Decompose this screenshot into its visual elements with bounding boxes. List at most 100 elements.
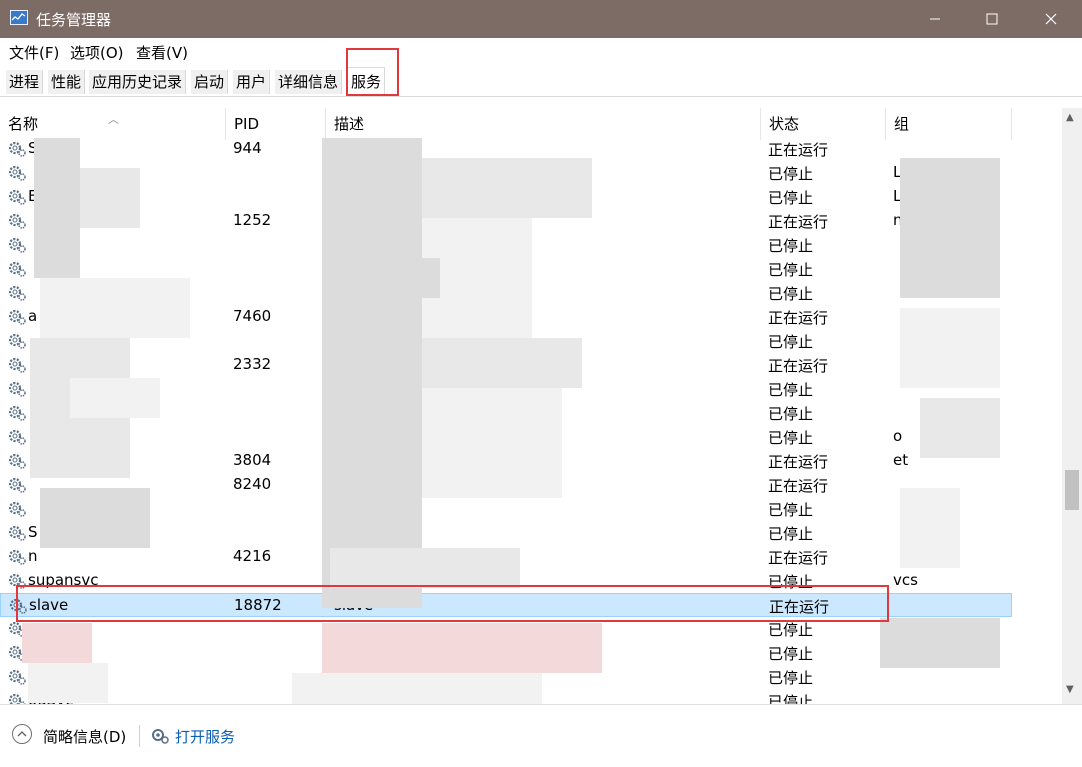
- service-status: 已停止: [768, 261, 814, 279]
- column-description[interactable]: 描述: [326, 108, 761, 140]
- tab-highlight-box: [346, 48, 399, 96]
- table-header: 名称 ︿ PID 描述 状态 组: [0, 108, 1062, 140]
- tab-startup[interactable]: 启动: [191, 70, 229, 94]
- service-status: 已停止: [768, 501, 814, 519]
- redaction: [70, 378, 160, 418]
- service-pid: 944: [233, 139, 262, 157]
- redaction: [28, 663, 108, 703]
- service-status: 已停止: [768, 645, 814, 663]
- service-pid: 8240: [233, 475, 272, 493]
- tab-users[interactable]: 用户: [233, 70, 271, 94]
- title-bar: 任务管理器: [0, 0, 1082, 38]
- tab-processes[interactable]: 进程: [6, 70, 44, 94]
- menu-options[interactable]: 选项(O): [70, 42, 124, 63]
- divider: [139, 725, 140, 747]
- redaction: [40, 488, 150, 548]
- service-status: 已停止: [768, 165, 814, 183]
- menu-bar: 文件(F) 选项(O) 查看(V): [0, 38, 1082, 64]
- table-row[interactable]: S 已停止: [0, 521, 1012, 545]
- service-gear-icon: [7, 499, 27, 519]
- column-name[interactable]: 名称 ︿: [0, 108, 226, 140]
- redaction: [422, 158, 592, 218]
- table-row[interactable]: 已停止: [0, 497, 1012, 521]
- scroll-down-icon[interactable]: ▼: [1066, 684, 1074, 695]
- scroll-up-icon[interactable]: ▲: [1066, 112, 1074, 123]
- tab-bar: 进程 性能 应用历史记录 启动 用户 详细信息 服务: [0, 64, 1082, 97]
- maximize-button[interactable]: [961, 0, 1023, 38]
- service-gear-icon: [7, 139, 27, 159]
- service-status: 正在运行: [768, 453, 829, 471]
- service-gear-icon: [7, 283, 27, 303]
- redaction: [900, 158, 1000, 298]
- service-gear-icon: [7, 355, 27, 375]
- service-status: 正在运行: [768, 357, 829, 375]
- close-button[interactable]: [1020, 0, 1082, 38]
- service-group: vcs: [893, 571, 918, 589]
- service-status: 正在运行: [768, 477, 829, 495]
- redaction: [900, 488, 960, 568]
- service-status: 已停止: [768, 333, 814, 351]
- redaction: [880, 618, 1000, 668]
- menu-view[interactable]: 查看(V): [136, 42, 188, 63]
- service-status: 已停止: [768, 405, 814, 423]
- service-gear-icon: [7, 235, 27, 255]
- service-pid: 1252: [233, 211, 272, 229]
- service-gear-icon: [7, 451, 27, 471]
- service-group: et: [893, 451, 909, 469]
- service-status: 正在运行: [768, 549, 829, 567]
- service-status: 已停止: [768, 693, 814, 704]
- column-pid[interactable]: PID: [226, 108, 326, 140]
- service-gear-icon: [7, 259, 27, 279]
- service-status: 已停止: [768, 429, 814, 447]
- tab-app-history[interactable]: 应用历史记录: [89, 70, 187, 94]
- service-gear-icon: [7, 187, 27, 207]
- column-group[interactable]: 组: [886, 108, 1012, 140]
- row-highlight-box: [16, 585, 889, 622]
- service-gear-icon: [7, 547, 27, 567]
- menu-file[interactable]: 文件(F): [9, 42, 59, 63]
- service-gear-icon: [7, 163, 27, 183]
- tab-performance[interactable]: 性能: [48, 70, 86, 94]
- redaction: [322, 623, 602, 673]
- tab-details[interactable]: 详细信息: [275, 70, 343, 94]
- redaction: [80, 168, 140, 228]
- redaction: [22, 623, 92, 663]
- service-status: 已停止: [768, 621, 814, 639]
- service-pid: 7460: [233, 307, 272, 325]
- redaction: [34, 138, 80, 278]
- service-gear-icon: [7, 211, 27, 231]
- service-gear-icon: [7, 307, 27, 327]
- redaction: [920, 398, 1000, 458]
- chevron-up-icon[interactable]: [12, 724, 32, 744]
- vertical-scrollbar[interactable]: ▲ ▼: [1062, 108, 1082, 704]
- service-status: 正在运行: [768, 309, 829, 327]
- redaction: [340, 518, 420, 548]
- service-status: 已停止: [768, 381, 814, 399]
- service-gear-icon: [7, 427, 27, 447]
- service-gear-icon: [7, 403, 27, 423]
- open-services-link[interactable]: 打开服务: [175, 726, 235, 747]
- redaction: [422, 388, 562, 498]
- minimize-button[interactable]: [904, 0, 966, 38]
- service-gear-icon: [7, 667, 27, 687]
- service-name: S: [28, 523, 38, 541]
- service-name: n: [28, 547, 38, 565]
- redaction: [422, 338, 582, 388]
- service-gear-icon: [7, 379, 27, 399]
- redaction: [40, 278, 190, 338]
- service-gear-icon: [7, 475, 27, 495]
- footer: 简略信息(D) 打开服务: [0, 704, 1082, 767]
- redaction: [360, 258, 440, 298]
- window-title: 任务管理器: [36, 11, 112, 29]
- service-gear-icon: [7, 523, 27, 543]
- scrollbar-thumb[interactable]: [1065, 470, 1079, 510]
- sort-ascending-icon: ︿: [108, 113, 119, 126]
- service-pid: 4216: [233, 547, 272, 565]
- column-status[interactable]: 状态: [761, 108, 886, 140]
- service-status: 正在运行: [768, 213, 829, 231]
- service-pid: 2332: [233, 355, 272, 373]
- services-gear-icon: [150, 727, 170, 745]
- fewer-details-button[interactable]: 简略信息(D): [43, 726, 126, 747]
- redaction: [292, 673, 542, 704]
- task-manager-icon: [10, 10, 28, 25]
